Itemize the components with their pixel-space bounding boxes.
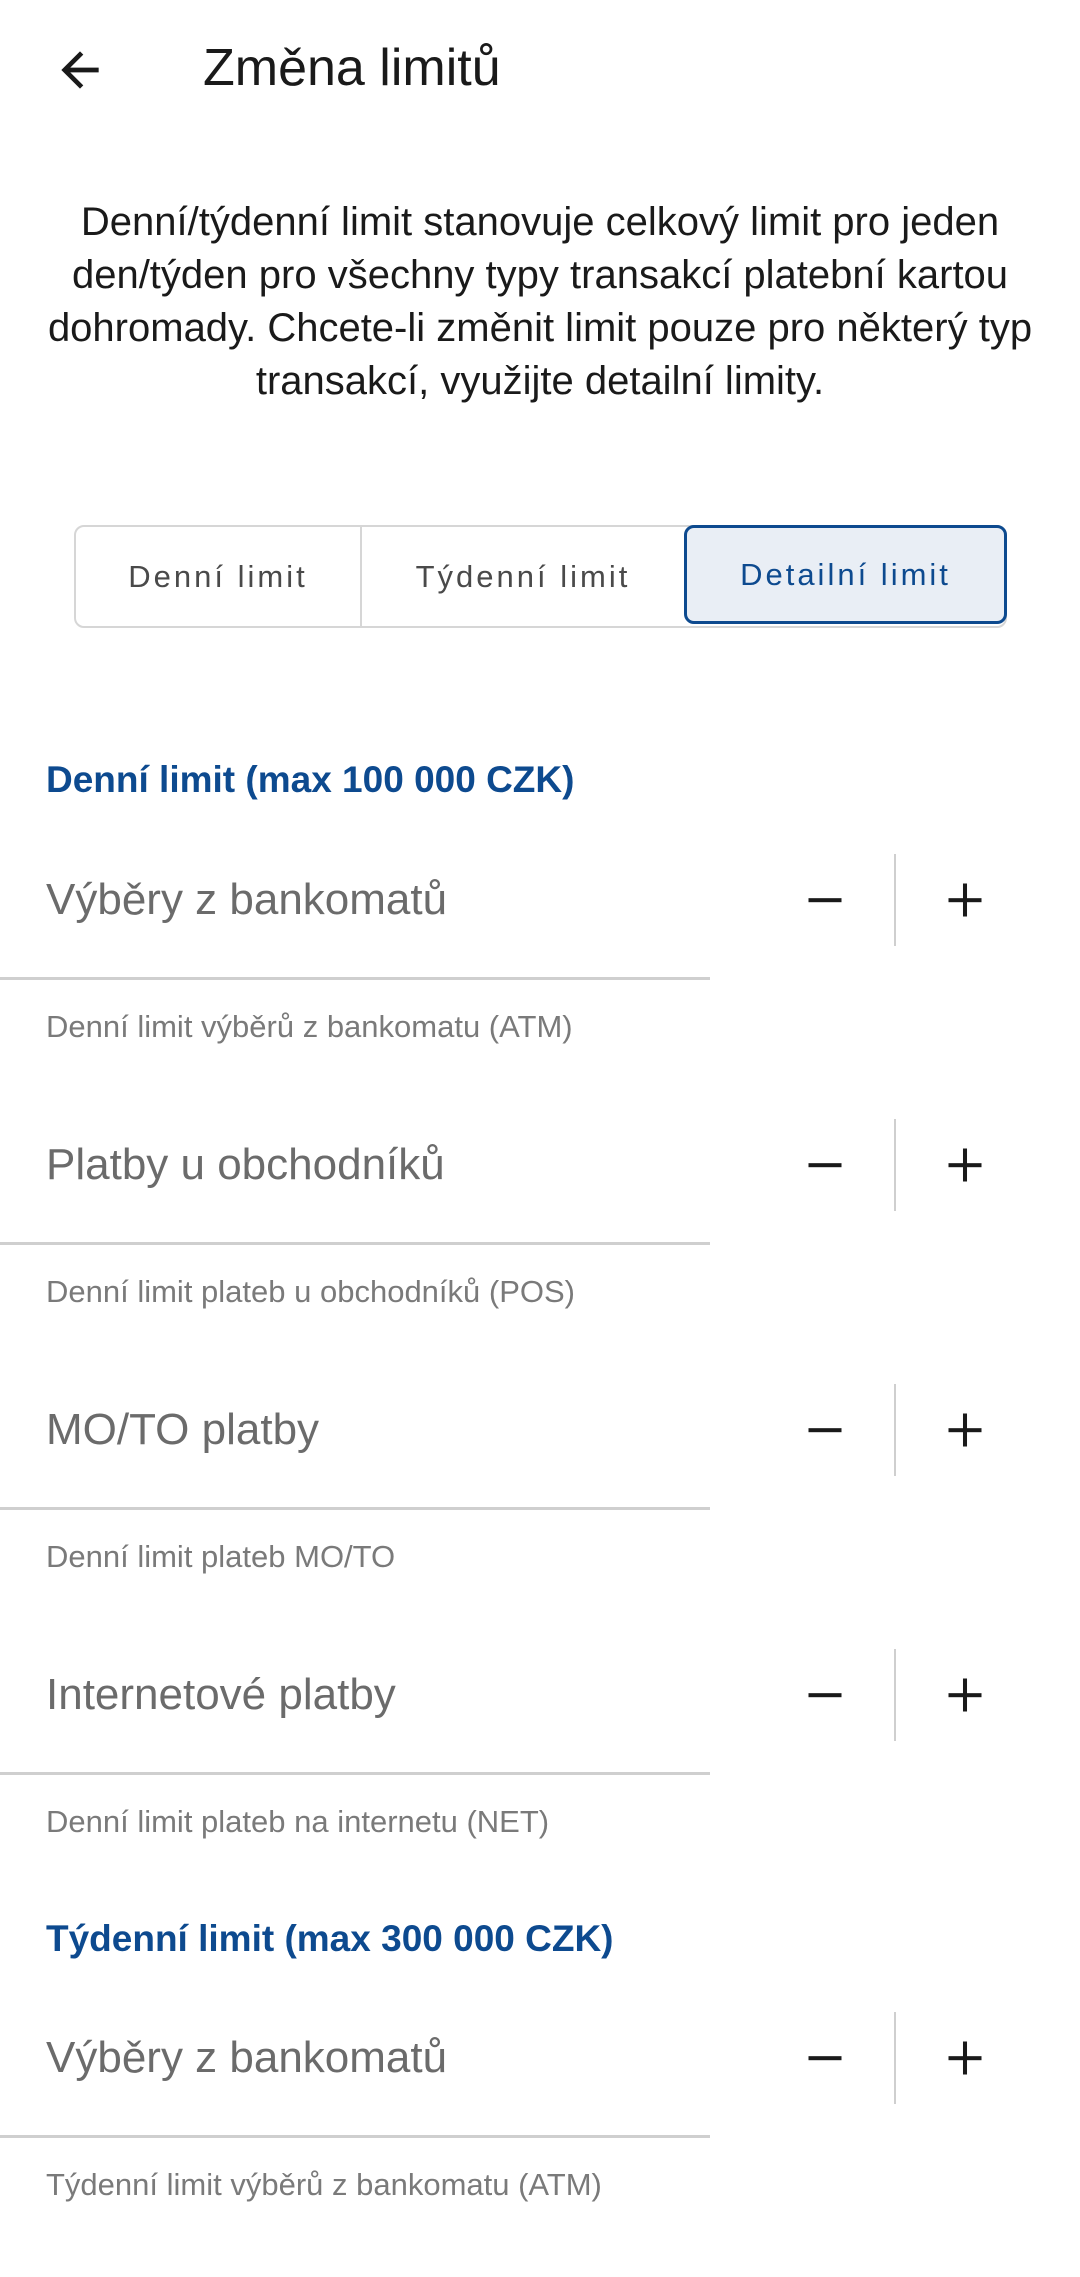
- plus-icon: [948, 1148, 982, 1182]
- tab-detailed-limit[interactable]: Detailní limit: [684, 525, 1007, 624]
- minus-icon: [808, 1163, 842, 1168]
- field-underline: [0, 977, 710, 980]
- stepper-moto-daily: [775, 1384, 1015, 1476]
- stepper-atm-daily: [775, 854, 1015, 946]
- plus-icon: [948, 883, 982, 917]
- plus-icon: [948, 2041, 982, 2075]
- minus-icon: [808, 1693, 842, 1698]
- helper-text-pos-daily: Denní limit plateb u obchodníků (POS): [46, 1274, 575, 1309]
- plus-icon: [948, 1678, 982, 1712]
- minus-icon: [808, 1428, 842, 1433]
- limit-field-atm-weekly[interactable]: Výběry z bankomatů: [46, 2030, 447, 2086]
- back-button[interactable]: [40, 30, 120, 110]
- limit-field-moto-daily[interactable]: MO/TO platby: [46, 1402, 319, 1458]
- decrease-button[interactable]: [775, 1384, 875, 1476]
- decrease-button[interactable]: [775, 2012, 875, 2104]
- decrease-button[interactable]: [775, 1649, 875, 1741]
- decrease-button[interactable]: [775, 854, 875, 946]
- minus-icon: [808, 898, 842, 903]
- stepper-divider: [894, 1119, 896, 1211]
- stepper-divider: [894, 2012, 896, 2104]
- increase-button[interactable]: [915, 2012, 1015, 2104]
- decrease-button[interactable]: [775, 1119, 875, 1211]
- section-heading-daily: Denní limit (max 100 000 CZK): [46, 759, 575, 800]
- plus-icon: [948, 1413, 982, 1447]
- arrow-left-icon: [61, 51, 99, 89]
- limit-field-net-daily[interactable]: Internetové platby: [46, 1667, 396, 1723]
- helper-text-net-daily: Denní limit plateb na internetu (NET): [46, 1804, 550, 1839]
- stepper-pos-daily: [775, 1119, 1015, 1211]
- tab-daily-limit[interactable]: Denní limit: [76, 527, 362, 626]
- limit-field-pos-daily[interactable]: Platby u obchodníků: [46, 1137, 445, 1193]
- helper-text-moto-daily: Denní limit plateb MO/TO: [46, 1539, 396, 1574]
- increase-button[interactable]: [915, 1649, 1015, 1741]
- section-heading-weekly: Týdenní limit (max 300 000 CZK): [46, 1918, 614, 1959]
- increase-button[interactable]: [915, 1384, 1015, 1476]
- app-bar: Změna limitů: [0, 0, 1080, 140]
- limit-type-tabs: Denní limit Týdenní limit Detailní limit: [74, 525, 1007, 628]
- increase-button[interactable]: [915, 854, 1015, 946]
- helper-text-atm-weekly: Týdenní limit výběrů z bankomatu (ATM): [46, 2167, 602, 2202]
- field-underline: [0, 2135, 710, 2138]
- stepper-atm-weekly: [775, 2012, 1015, 2104]
- stepper-divider: [894, 854, 896, 946]
- field-underline: [0, 1772, 710, 1775]
- stepper-net-daily: [775, 1649, 1015, 1741]
- increase-button[interactable]: [915, 1119, 1015, 1211]
- field-underline: [0, 1507, 710, 1510]
- helper-text-atm-daily: Denní limit výběrů z bankomatu (ATM): [46, 1009, 573, 1044]
- limit-field-atm-daily[interactable]: Výběry z bankomatů: [46, 872, 447, 928]
- page-title: Změna limitů: [203, 39, 501, 97]
- field-underline: [0, 1242, 710, 1245]
- stepper-divider: [894, 1384, 896, 1476]
- intro-text: Denní/týdenní limit stanovuje celkový li…: [47, 200, 1033, 403]
- tab-weekly-limit[interactable]: Týdenní limit: [362, 527, 684, 626]
- stepper-divider: [894, 1649, 896, 1741]
- minus-icon: [808, 2056, 842, 2061]
